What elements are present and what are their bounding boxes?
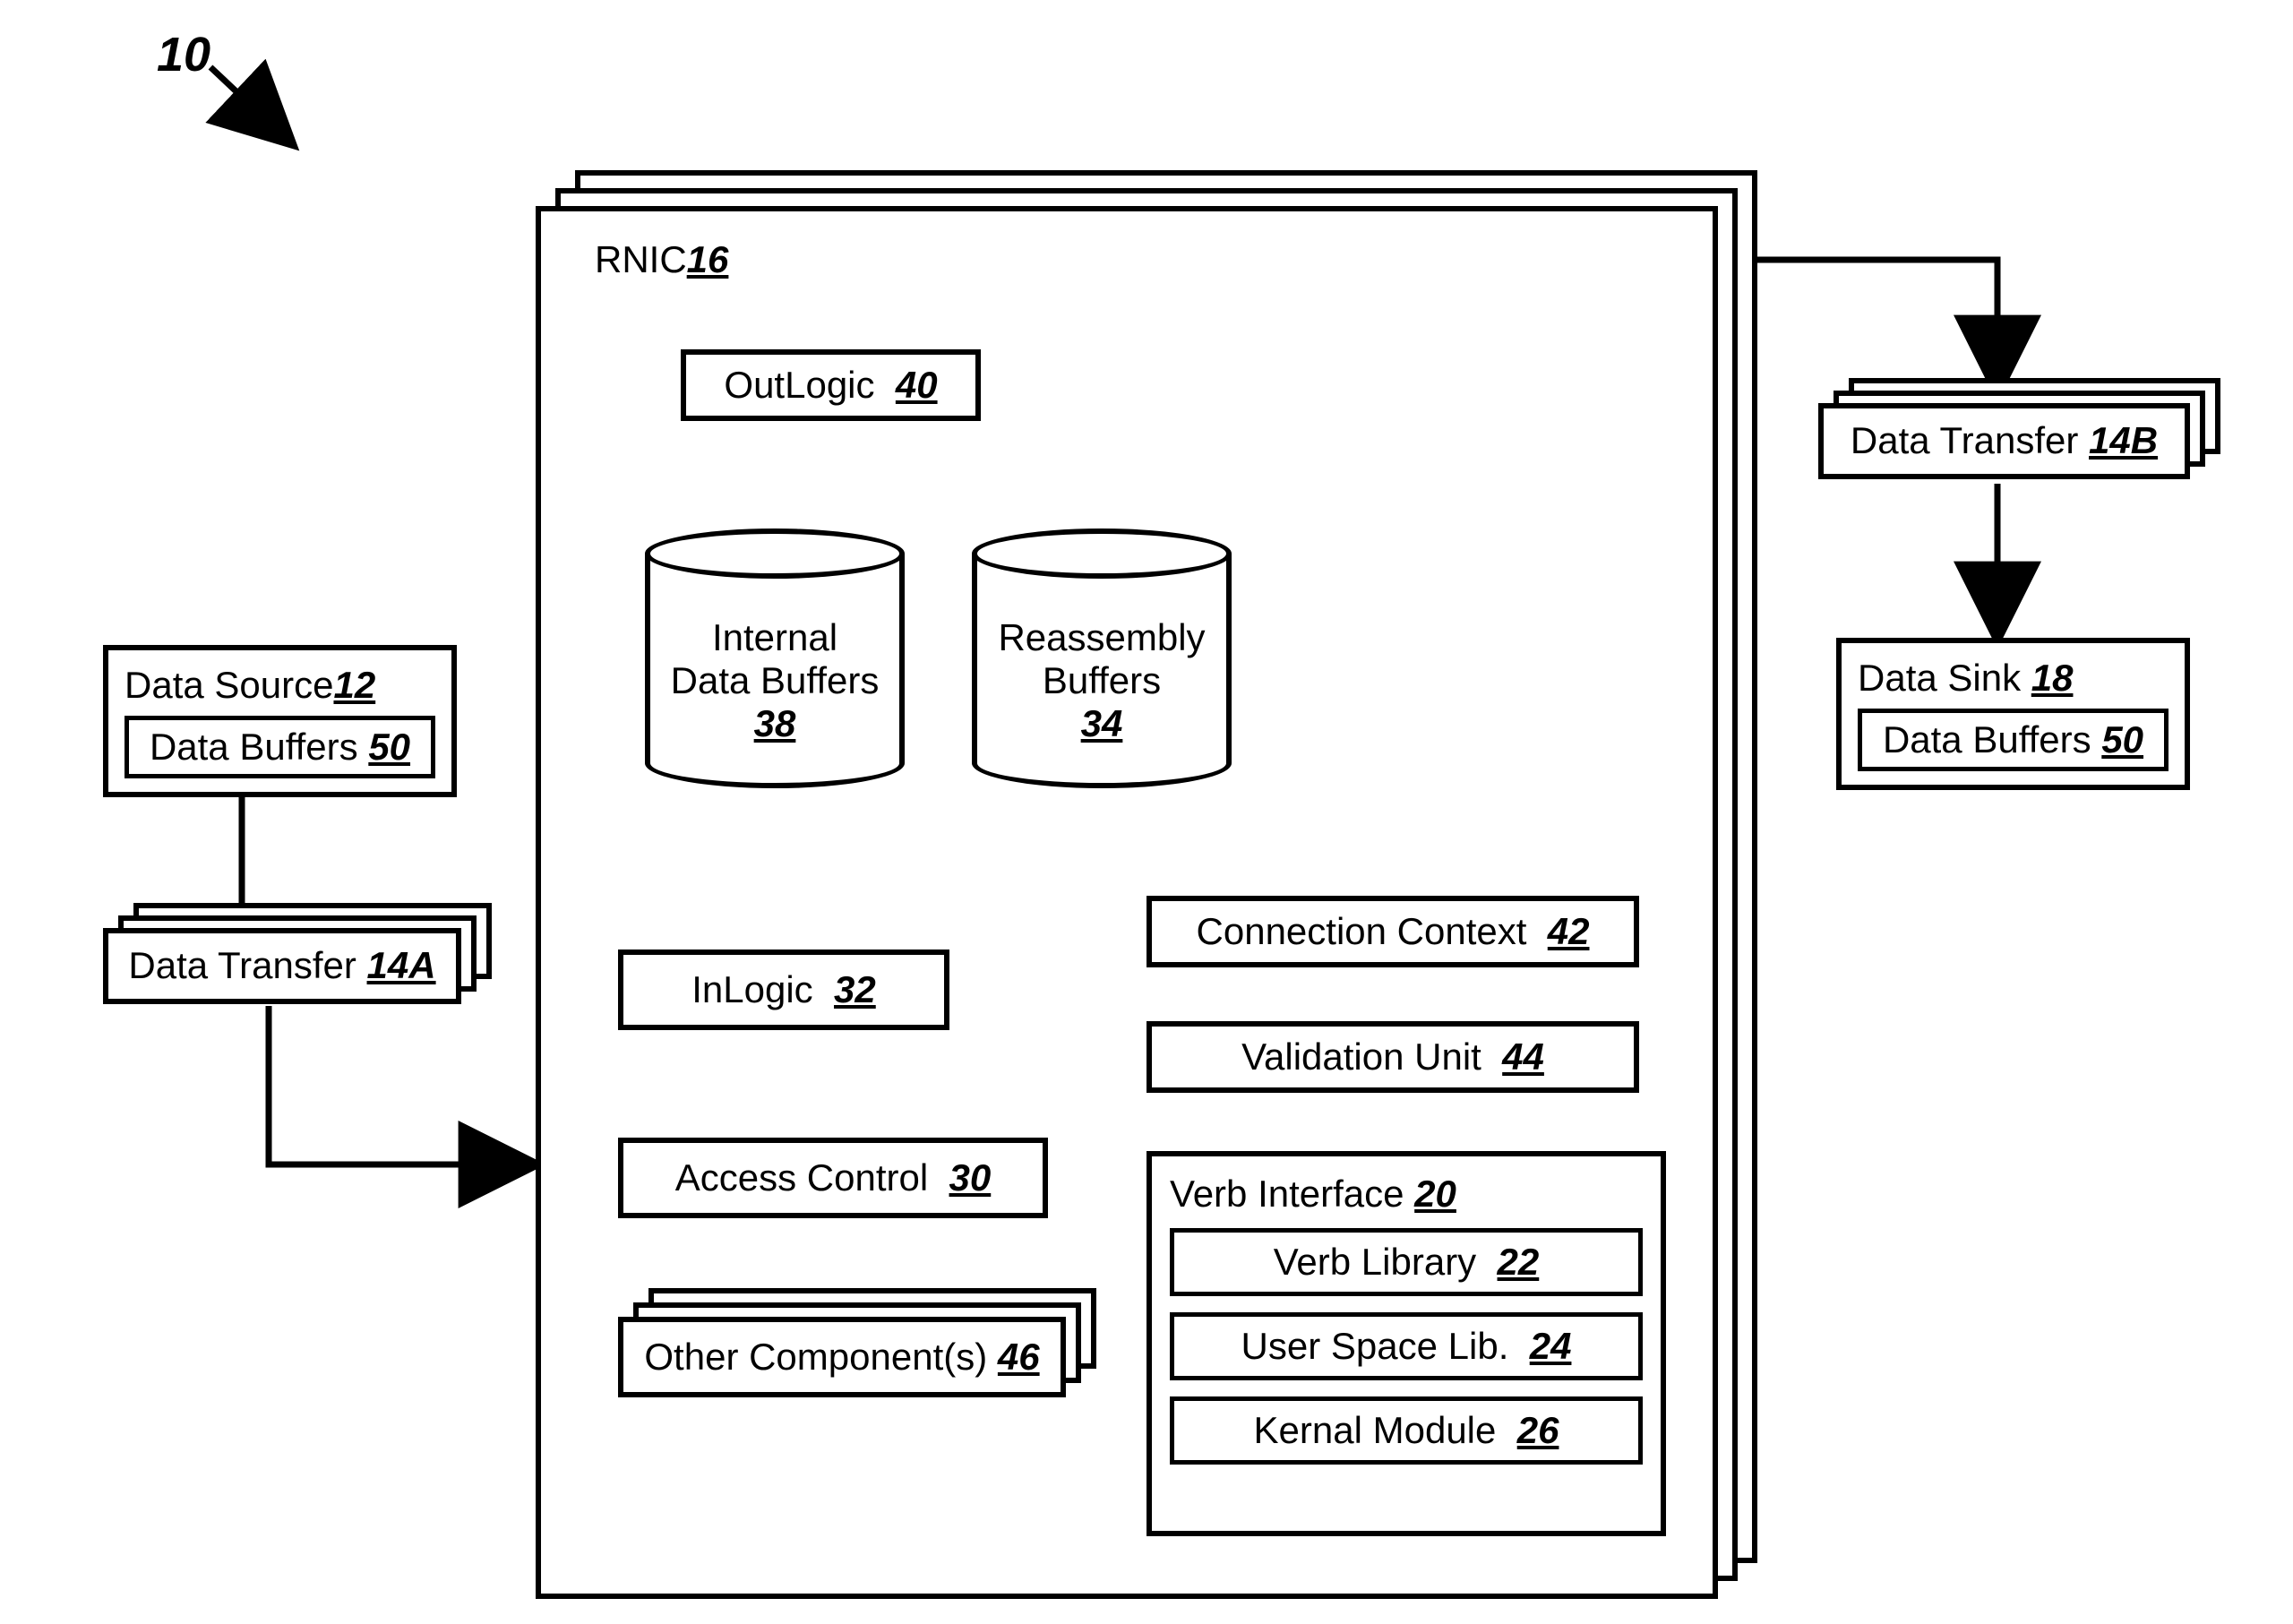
- internal-buffers-line1: Internal: [712, 616, 837, 658]
- data-transfer-right-label: Data Transfer: [1851, 419, 2078, 461]
- conn-ctx-label: Connection Context: [1197, 910, 1527, 952]
- data-transfer-left-ref: 14A: [367, 944, 436, 986]
- data-buffers-left-ref: 50: [368, 726, 410, 768]
- data-buffers-right-label: Data Buffers: [1883, 718, 2091, 760]
- verb-interface-box: Verb Interface 20 Verb Library 22 User S…: [1146, 1151, 1666, 1536]
- reassembly-line1: Reassembly: [998, 616, 1205, 658]
- verb-library-box: Verb Library 22: [1170, 1228, 1643, 1296]
- outlogic-label: OutLogic 40: [724, 364, 937, 407]
- data-transfer-left-label: Data Transfer: [128, 944, 356, 986]
- data-buffers-right-box: Data Buffers 50: [1858, 709, 2168, 771]
- data-source-label: Data Source: [125, 664, 333, 706]
- verb-library-label: Verb Library: [1274, 1241, 1476, 1283]
- validation-ref: 44: [1502, 1035, 1544, 1078]
- inlogic-ref: 32: [834, 968, 876, 1010]
- data-transfer-right-ref: 14B: [2089, 419, 2158, 461]
- outlogic-box: OutLogic 40: [681, 349, 981, 421]
- verb-interface-ref: 20: [1414, 1173, 1456, 1215]
- access-control-ref: 30: [949, 1156, 992, 1199]
- data-source-box: Data Source12 Data Buffers 50: [103, 645, 457, 797]
- user-space-lib-box: User Space Lib. 24: [1170, 1312, 1643, 1380]
- reassembly-ref: 34: [1081, 702, 1123, 744]
- connection-context-box: Connection Context 42: [1146, 896, 1639, 967]
- figure-ref: 10: [157, 27, 210, 82]
- data-buffers-left-box: Data Buffers 50: [125, 716, 435, 778]
- rnic-ref: 16: [687, 238, 729, 280]
- kernal-module-box: Kernal Module 26: [1170, 1396, 1643, 1465]
- reassembly-line2: Buffers: [1043, 659, 1161, 701]
- internal-buffers-line2: Data Buffers: [671, 659, 880, 701]
- data-transfer-left-box: Data Transfer 14A: [103, 928, 461, 1004]
- conn-ctx-ref: 42: [1548, 910, 1590, 952]
- data-sink-ref: 18: [2031, 657, 2074, 699]
- kernal-module-label: Kernal Module: [1254, 1409, 1497, 1451]
- validation-label: Validation Unit: [1241, 1035, 1481, 1078]
- access-control-label: Access Control: [675, 1156, 928, 1199]
- kernal-module-ref: 26: [1517, 1409, 1559, 1451]
- data-transfer-right-box: Data Transfer 14B: [1818, 403, 2190, 479]
- validation-unit-box: Validation Unit 44: [1146, 1021, 1639, 1093]
- rnic-label: RNIC16: [595, 238, 728, 281]
- other-components-ref: 46: [998, 1336, 1040, 1378]
- user-space-lib-ref: 24: [1530, 1325, 1572, 1367]
- verb-library-ref: 22: [1498, 1241, 1540, 1283]
- rnic-label-text: RNIC: [595, 238, 687, 280]
- other-components-label: Other Component(s): [644, 1336, 987, 1378]
- internal-data-buffers: Internal Data Buffers 38: [645, 528, 905, 788]
- other-components-box: Other Component(s) 46: [618, 1317, 1066, 1397]
- inlogic-box: InLogic 32: [618, 949, 949, 1030]
- inlogic-label: InLogic: [691, 968, 812, 1010]
- data-buffers-left-label: Data Buffers: [150, 726, 358, 768]
- reassembly-buffers: Reassembly Buffers 34: [972, 528, 1232, 788]
- data-sink-box: Data Sink 18 Data Buffers 50: [1836, 638, 2190, 790]
- user-space-lib-label: User Space Lib.: [1241, 1325, 1509, 1367]
- internal-buffers-ref: 38: [754, 702, 796, 744]
- data-source-ref: 12: [333, 664, 375, 706]
- data-sink-label: Data Sink: [1858, 657, 2021, 699]
- data-buffers-right-ref: 50: [2101, 718, 2143, 760]
- verb-interface-label: Verb Interface: [1170, 1173, 1404, 1215]
- access-control-box: Access Control 30: [618, 1138, 1048, 1218]
